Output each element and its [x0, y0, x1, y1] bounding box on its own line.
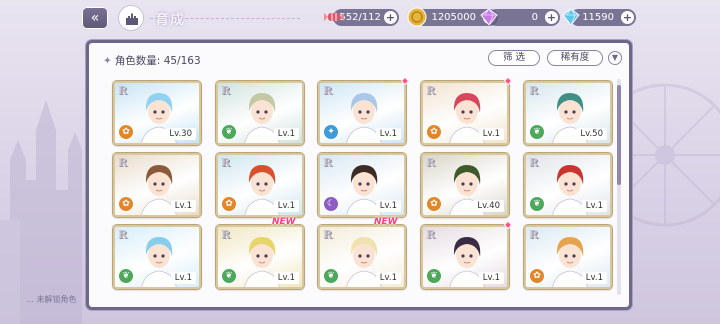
fire-element-icon: ✿ [426, 124, 442, 140]
character-count-text: 角色数量: 45/163 [114, 55, 201, 67]
back-button[interactable]: « [82, 7, 108, 29]
home-button[interactable] [118, 5, 144, 31]
fire-element-icon: ✿ [118, 196, 134, 212]
add-free-gem-button[interactable]: + [621, 11, 634, 24]
fire-element-icon: ✿ [118, 124, 134, 140]
wind-element-icon: ❦ [221, 124, 237, 140]
free-gem-value: 11590 [582, 12, 614, 23]
scrollbar[interactable] [617, 79, 621, 295]
rarity-rank: R [221, 228, 231, 241]
dark-element-icon: ☾ [323, 196, 339, 212]
rarity-rank: R [118, 84, 128, 97]
character-card[interactable]: R ❦ Lv.1 [318, 225, 406, 289]
sparkle-icon: ✦ [103, 55, 112, 67]
candy-icon [324, 13, 344, 21]
rarity-rank: R [323, 228, 333, 241]
rarity-rank: R [221, 84, 231, 97]
level-badge: Lv.1 [273, 200, 299, 212]
character-card[interactable]: R ✦ Lv.1 [318, 81, 406, 145]
wind-element-icon: ❦ [529, 196, 545, 212]
rarity-rank: R [118, 156, 128, 169]
diamond-icon [562, 8, 580, 26]
level-badge: Lv.1 [375, 200, 401, 212]
character-count: ✦ 角色数量: 45/163 [103, 53, 201, 68]
double-chevron-left-icon: « [90, 10, 100, 26]
level-badge: Lv.1 [478, 128, 504, 140]
level-badge: Lv.1 [375, 128, 401, 140]
panel-header: ✦ 角色数量: 45/163 筛 选 稀有度 ▼ [89, 43, 629, 73]
level-badge: Lv.1 [478, 272, 504, 284]
scroll-thumb[interactable] [617, 85, 621, 185]
rarity-rank: R [426, 156, 436, 169]
rarity-rank: R [529, 156, 539, 169]
rarity-rank: R [529, 228, 539, 241]
add-paid-gem-button[interactable]: + [545, 11, 558, 24]
level-badge: Lv.40 [473, 200, 504, 212]
character-card[interactable]: R ✿ Lv.1 [113, 153, 201, 217]
gold-value: 1205000 [431, 12, 476, 23]
level-badge: Lv.1 [170, 272, 196, 284]
character-card[interactable]: R ✿ Lv.40 [421, 153, 509, 217]
rarity-rank: R [426, 228, 436, 241]
currency-stamina: 1552/112 + [324, 9, 399, 26]
gold-coin-icon [407, 7, 427, 27]
rarity-rank: R [323, 84, 333, 97]
level-badge: Lv.1 [273, 272, 299, 284]
level-badge: Lv.30 [165, 128, 196, 140]
add-stamina-button[interactable]: + [384, 11, 397, 24]
rarity-rank: R [118, 228, 128, 241]
wind-element-icon: ❦ [118, 268, 134, 284]
character-card[interactable]: R ❦ Lv.1 [216, 81, 304, 145]
character-card[interactable]: R ❦ Lv.50 [524, 81, 612, 145]
level-badge: Lv.1 [170, 200, 196, 212]
fire-element-icon: ✿ [529, 268, 545, 284]
new-badge: NEW [374, 217, 398, 227]
character-card[interactable]: R ✿ Lv.1 [421, 81, 509, 145]
filter-button[interactable]: 筛 选 [488, 50, 540, 66]
fire-element-icon: ✿ [221, 196, 237, 212]
new-badge: NEW [272, 217, 296, 227]
wind-element-icon: ❦ [323, 268, 339, 284]
pink-diamond-icon [480, 8, 498, 26]
character-panel: ✦ 角色数量: 45/163 筛 选 稀有度 ▼ R ✿ Lv.30 R ❦ Lv.1 R ✦ L… [86, 40, 632, 310]
rarity-sort-button[interactable]: 稀有度 [547, 50, 603, 66]
sort-order-button[interactable]: ▼ [608, 51, 622, 65]
level-badge: Lv.1 [581, 200, 607, 212]
wind-element-icon: ❦ [426, 268, 442, 284]
level-badge: Lv.1 [375, 272, 401, 284]
level-badge: Lv.1 [581, 272, 607, 284]
paid-gem-value: 0 [531, 12, 538, 23]
wind-element-icon: ❦ [221, 268, 237, 284]
chevron-down-icon: ▼ [611, 53, 619, 62]
character-card[interactable]: R ✿ Lv.1 [524, 225, 612, 289]
character-card[interactable]: R ✿ Lv.30 [113, 81, 201, 145]
castle-home-icon [126, 13, 138, 25]
rarity-rank: R [529, 84, 539, 97]
locked-characters-header: … 未解锁角色 [26, 295, 77, 304]
level-badge: Lv.50 [576, 128, 607, 140]
character-grid: R ✿ Lv.30 R ❦ Lv.1 R ✦ Lv.1 R ✿ Lv.1 R ❦ Lv.50 R ✿ Lv.1 R ✿… [101, 75, 613, 311]
water-element-icon: ✦ [323, 124, 339, 140]
page-title: 育成 [155, 12, 185, 28]
rarity-rank: R [426, 84, 436, 97]
rarity-rank: R [323, 156, 333, 169]
character-card[interactable]: R ☾ Lv.1 [318, 153, 406, 217]
top-bar: « 育成 1552/112 + 1205000 + 0 + [0, 0, 720, 36]
character-card[interactable]: R ❦ Lv.1 [524, 153, 612, 217]
wind-element-icon: ❦ [529, 124, 545, 140]
rarity-rank: R [221, 156, 231, 169]
currency-free-gem: 11590 + [562, 8, 636, 26]
character-card[interactable]: R ❦ Lv.1 [421, 225, 509, 289]
level-badge: Lv.1 [273, 128, 299, 140]
character-card[interactable]: R ❦ Lv.1 [216, 225, 304, 289]
character-card[interactable]: R ✿ Lv.1 [216, 153, 304, 217]
fire-element-icon: ✿ [426, 196, 442, 212]
character-card[interactable]: R ❦ Lv.1 [113, 225, 201, 289]
currency-paid-gem: 0 + [480, 8, 560, 26]
